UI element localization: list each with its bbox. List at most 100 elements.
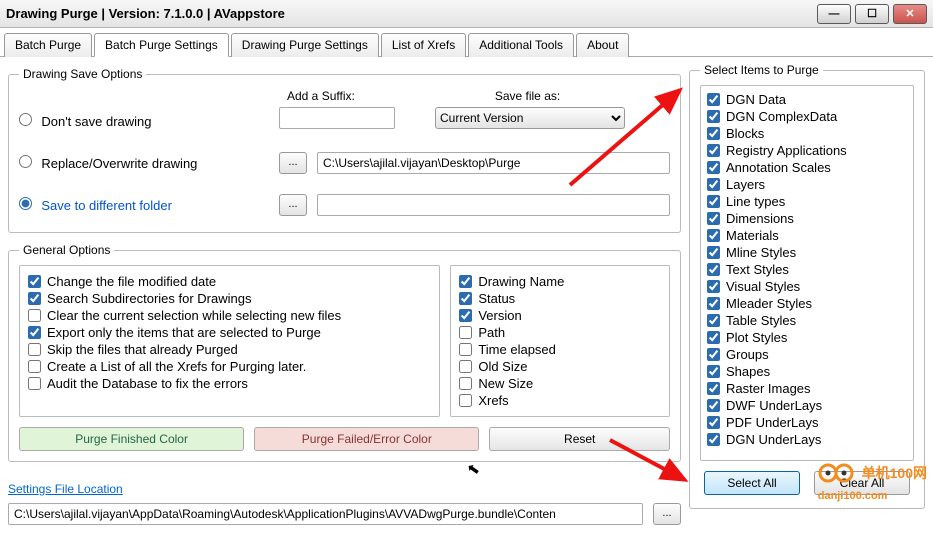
purge-item-checkbox-7[interactable] [707,212,720,225]
clear-all-button[interactable]: Clear All [814,471,910,495]
purge-item-checkbox-8[interactable] [707,229,720,242]
purge-item-label-17: Raster Images [726,381,811,396]
general-right-checkbox-3[interactable] [459,326,472,339]
general-right-checkbox-7[interactable] [459,394,472,407]
tab-strip: Batch Purge Batch Purge Settings Drawing… [0,28,933,57]
purge-item-checkbox-13[interactable] [707,314,720,327]
purge-item-label-20: DGN UnderLays [726,432,821,447]
purge-finished-color-button[interactable]: Purge Finished Color [19,427,244,451]
purge-item-checkbox-2[interactable] [707,127,720,140]
purge-item-label-3: Registry Applications [726,143,847,158]
purge-item-checkbox-17[interactable] [707,382,720,395]
drawing-save-options-legend: Drawing Save Options [19,67,146,81]
settings-file-location-link[interactable]: Settings File Location [8,482,123,496]
purge-item-checkbox-0[interactable] [707,93,720,106]
savefolder-path-input[interactable] [317,194,670,216]
purge-item-checkbox-4[interactable] [707,161,720,174]
general-right-checkbox-1[interactable] [459,292,472,305]
general-right-label-6: New Size [478,376,533,391]
purge-item-checkbox-18[interactable] [707,399,720,412]
purge-item-checkbox-1[interactable] [707,110,720,123]
replace-path-input[interactable] [317,152,670,174]
general-left-label-1: Search Subdirectories for Drawings [47,291,251,306]
select-all-button[interactable]: Select All [704,471,800,495]
general-right-checkbox-0[interactable] [459,275,472,288]
purge-item-checkbox-20[interactable] [707,433,720,446]
purge-item-label-14: Plot Styles [726,330,787,345]
purge-item-label-2: Blocks [726,126,764,141]
general-right-label-7: Xrefs [478,393,508,408]
select-items-legend: Select Items to Purge [700,63,823,77]
general-left-label-2: Clear the current selection while select… [47,308,341,323]
minimize-button[interactable]: — [817,4,851,24]
savefolder-browse-button[interactable]: ... [279,194,307,216]
purge-item-checkbox-16[interactable] [707,365,720,378]
tab-additional-tools[interactable]: Additional Tools [468,33,574,57]
general-right-label-2: Version [478,308,521,323]
purge-item-checkbox-9[interactable] [707,246,720,259]
savefolder-radio[interactable] [19,197,32,210]
purge-item-label-6: Line types [726,194,785,209]
tab-about[interactable]: About [576,33,629,57]
purge-item-label-1: DGN ComplexData [726,109,837,124]
general-right-label-0: Drawing Name [478,274,564,289]
purge-item-checkbox-19[interactable] [707,416,720,429]
purge-item-label-7: Dimensions [726,211,794,226]
drawing-save-options: Drawing Save Options Add a Suffix: Save … [8,67,681,233]
general-right-label-5: Old Size [478,359,527,374]
purge-item-checkbox-15[interactable] [707,348,720,361]
close-button[interactable]: ✕ [893,4,927,24]
purge-item-label-4: Annotation Scales [726,160,831,175]
titlebar: Drawing Purge | Version: 7.1.0.0 | AVapp… [0,0,933,28]
select-items-to-purge: Select Items to Purge DGN Data DGN Comple… [689,63,925,509]
purge-item-checkbox-3[interactable] [707,144,720,157]
dont-save-radio[interactable] [19,113,32,126]
replace-radio[interactable] [19,155,32,168]
general-right-checkbox-5[interactable] [459,360,472,373]
tab-batch-purge[interactable]: Batch Purge [4,33,92,57]
purge-item-checkbox-6[interactable] [707,195,720,208]
purge-items-list: DGN Data DGN ComplexData Blocks Registry Ap… [700,85,914,461]
general-right-checkbox-4[interactable] [459,343,472,356]
settings-file-path-input[interactable] [8,503,643,525]
general-left-checkbox-0[interactable] [28,275,41,288]
general-left-checkbox-4[interactable] [28,343,41,356]
purge-item-checkbox-14[interactable] [707,331,720,344]
general-left-checkbox-6[interactable] [28,377,41,390]
general-right-label-4: Time elapsed [478,342,556,357]
dont-save-label: Don't save drawing [41,114,151,129]
general-right-label-1: Status [478,291,515,306]
general-left-checkbox-5[interactable] [28,360,41,373]
replace-browse-button[interactable]: ... [279,152,307,174]
general-options-legend: General Options [19,243,114,257]
purge-item-label-0: DGN Data [726,92,786,107]
purge-item-checkbox-5[interactable] [707,178,720,191]
purge-failed-color-button[interactable]: Purge Failed/Error Color [254,427,479,451]
reset-button[interactable]: Reset [489,427,670,451]
purge-item-checkbox-10[interactable] [707,263,720,276]
saveas-select[interactable]: Current Version [435,107,625,129]
maximize-button[interactable]: ☐ [855,4,889,24]
general-left-checkbox-2[interactable] [28,309,41,322]
general-right-panel: Drawing Name Status Version Path Time elapse… [450,265,670,417]
settings-file-browse-button[interactable]: ... [653,503,681,525]
purge-item-label-9: Mline Styles [726,245,796,260]
tab-drawing-purge-settings[interactable]: Drawing Purge Settings [231,33,379,57]
purge-item-checkbox-12[interactable] [707,297,720,310]
tab-batch-purge-settings[interactable]: Batch Purge Settings [94,33,229,57]
purge-item-checkbox-11[interactable] [707,280,720,293]
purge-item-label-13: Table Styles [726,313,796,328]
general-right-checkbox-6[interactable] [459,377,472,390]
replace-label: Replace/Overwrite drawing [41,156,197,171]
tab-list-of-xrefs[interactable]: List of Xrefs [381,33,466,57]
general-right-label-3: Path [478,325,505,340]
general-left-label-6: Audit the Database to fix the errors [47,376,248,391]
general-left-checkbox-1[interactable] [28,292,41,305]
general-left-checkbox-3[interactable] [28,326,41,339]
general-left-label-0: Change the file modified date [47,274,216,289]
purge-item-label-12: Mleader Styles [726,296,812,311]
general-right-checkbox-2[interactable] [459,309,472,322]
suffix-input[interactable] [279,107,395,129]
purge-item-label-8: Materials [726,228,779,243]
purge-item-label-16: Shapes [726,364,770,379]
